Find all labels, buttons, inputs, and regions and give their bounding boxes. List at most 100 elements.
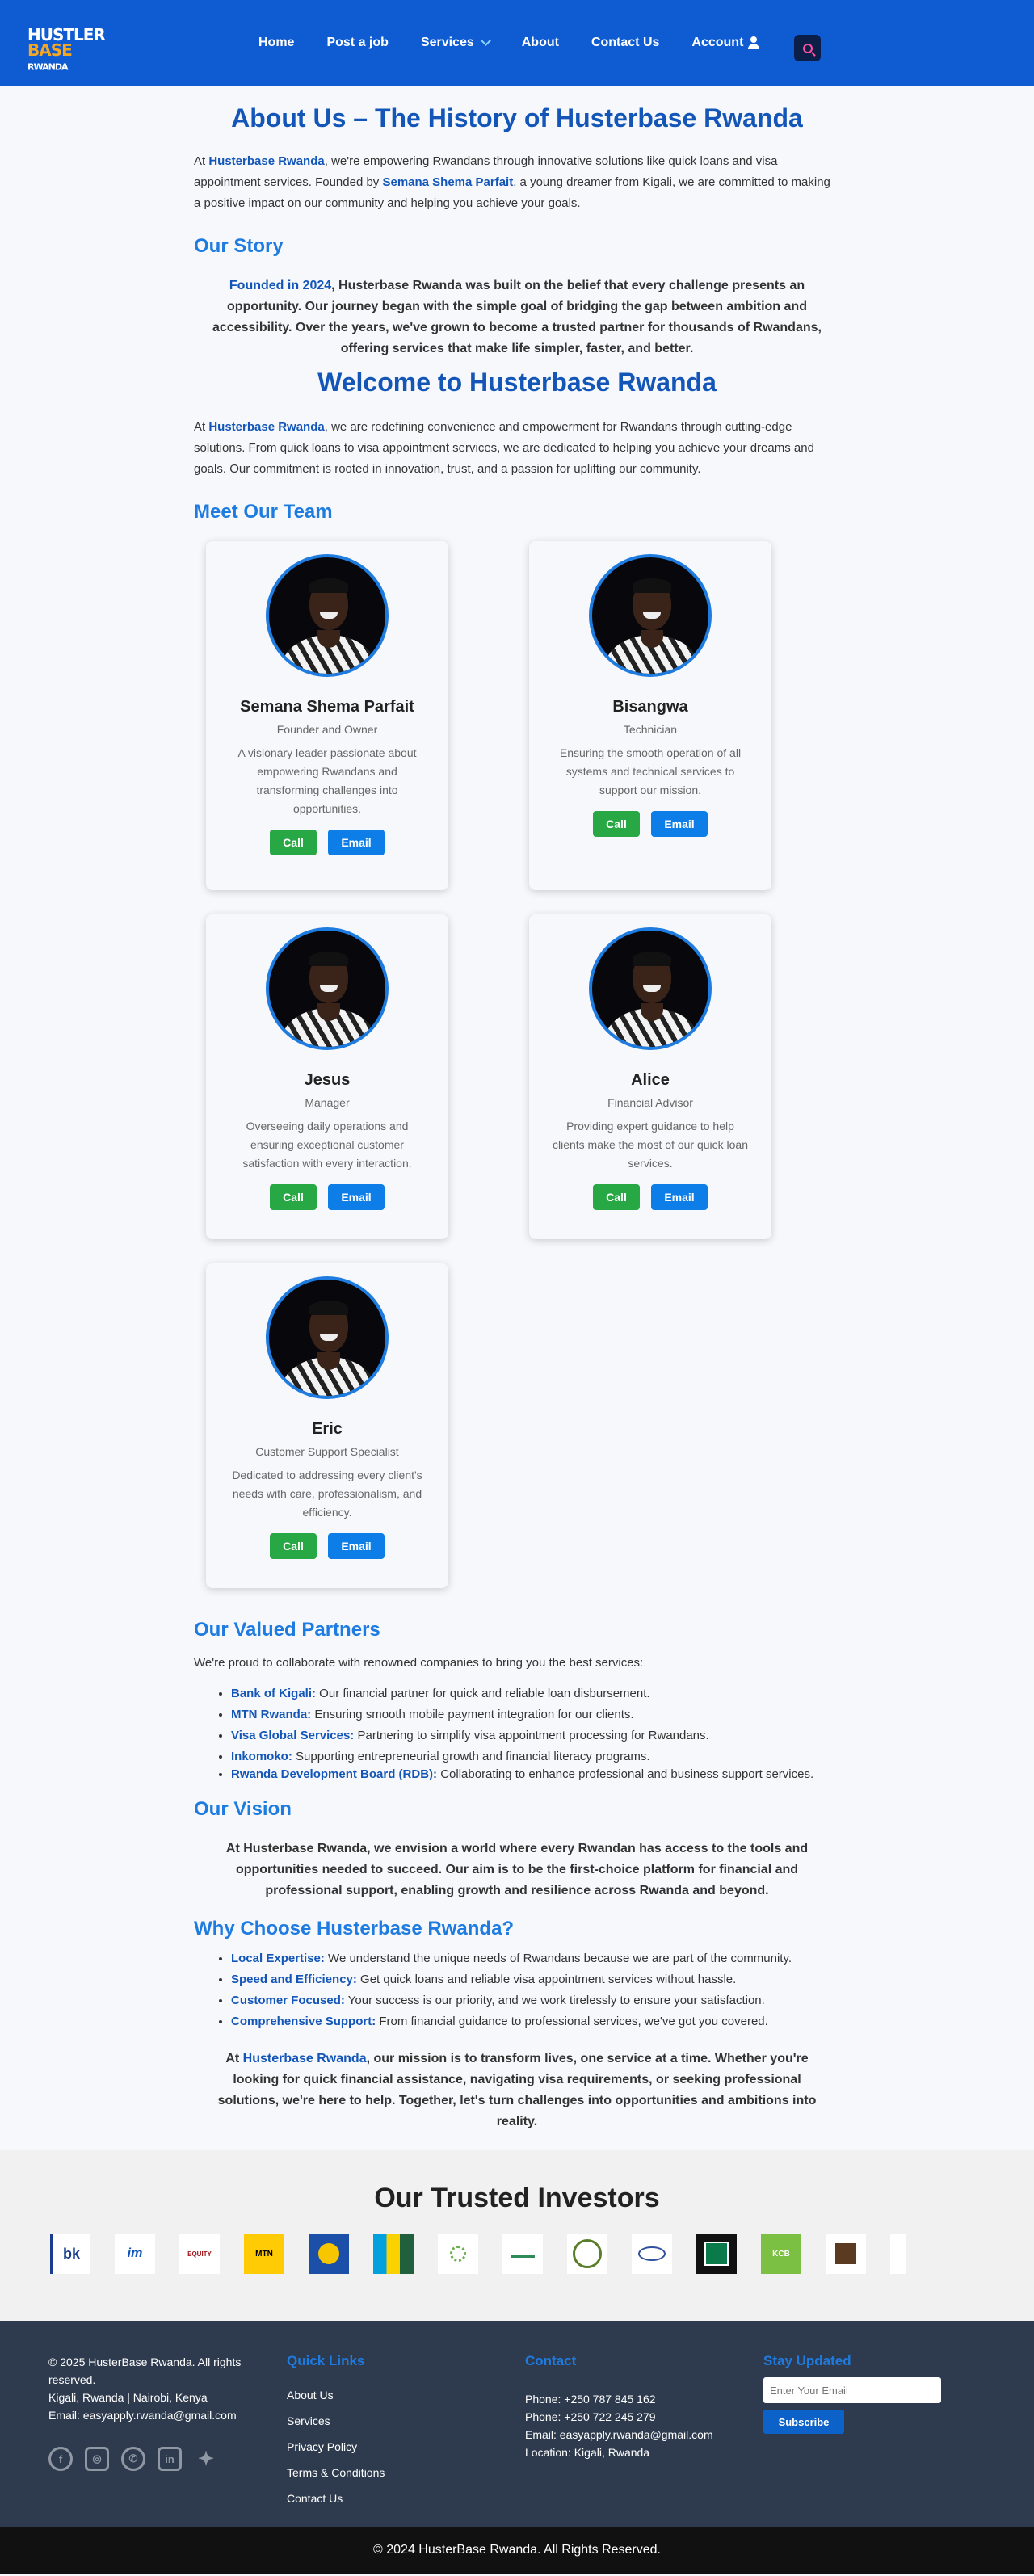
member-role: Customer Support Specialist	[255, 1445, 399, 1458]
footer-link-contact[interactable]: Contact Us	[287, 2486, 385, 2511]
member-role: Manager	[305, 1096, 350, 1109]
nav-post-job[interactable]: Post a job	[326, 36, 388, 50]
member-name: Eric	[312, 1420, 343, 1438]
main-nav: Home Post a job Services About Contact U…	[258, 0, 792, 86]
investor-logo-im: im	[115, 2234, 155, 2274]
user-icon	[748, 36, 760, 49]
team-card: Bisangwa Technician Ensuring the smooth …	[529, 541, 771, 890]
member-desc: Dedicated to addressing every client's n…	[232, 1469, 422, 1519]
investor-logo-leaf	[438, 2234, 478, 2274]
story-text: Founded in 2024, Husterbase Rwanda was b…	[212, 279, 822, 355]
footer-link-about[interactable]: About Us	[287, 2382, 385, 2408]
investor-logo-oval	[632, 2234, 672, 2274]
call-button[interactable]: Call	[270, 830, 317, 855]
avatar	[266, 927, 389, 1050]
nav-services[interactable]: Services	[421, 36, 491, 50]
twitter-icon[interactable]: ✦	[194, 2447, 218, 2471]
list-item: Visa Global Services: Partnering to simp…	[231, 1725, 840, 1746]
call-button[interactable]: Call	[593, 1184, 640, 1210]
call-button[interactable]: Call	[270, 1184, 317, 1210]
member-role: Financial Advisor	[607, 1096, 693, 1109]
email-button[interactable]: Email	[651, 811, 708, 837]
email-button[interactable]: Email	[328, 1533, 385, 1559]
investor-logo-mtn: MTN	[244, 2234, 284, 2274]
search-button[interactable]	[794, 35, 821, 61]
list-item: MTN Rwanda: Ensuring smooth mobile payme…	[231, 1704, 840, 1725]
footer-link-services[interactable]: Services	[287, 2408, 385, 2434]
nav-about[interactable]: About	[522, 36, 559, 50]
member-desc: A visionary leader passionate about empo…	[237, 746, 417, 815]
footer-quick-links: Quick Links About Us Services Privacy Po…	[287, 2353, 385, 2511]
list-item: Local Expertise: We understand the uniqu…	[231, 1948, 840, 1969]
footer-copyright: © 2025 HusterBase Rwanda. All rights res…	[48, 2355, 242, 2386]
instagram-icon[interactable]: ◎	[85, 2447, 109, 2471]
partners-list: Bank of Kigali: Our financial partner fo…	[194, 1683, 840, 1782]
team-card: Alice Financial Advisor Providing expert…	[529, 914, 771, 1239]
site-footer: © 2025 HusterBase Rwanda. All rights res…	[0, 2321, 1034, 2527]
investor-logos: bk im EQUITY MTN KCB	[0, 2234, 1034, 2274]
story-heading: Our Story	[194, 235, 284, 257]
investors-section: Our Trusted Investors bk im EQUITY MTN K…	[0, 2150, 1034, 2321]
email-button[interactable]: Email	[328, 1184, 385, 1210]
bottom-copyright: © 2024 HusterBase Rwanda. All Rights Res…	[373, 2543, 661, 2557]
nav-contact[interactable]: Contact Us	[591, 36, 659, 50]
member-name: Bisangwa	[612, 698, 688, 716]
whatsapp-icon[interactable]: ✆	[121, 2447, 145, 2471]
search-icon	[802, 43, 813, 53]
member-name: Jesus	[304, 1071, 351, 1089]
contact-email: Email: easyapply.rwanda@gmail.com	[525, 2428, 713, 2441]
site-header: HUSTLER BASE RWANDA Home Post a job Serv…	[0, 0, 1034, 86]
subscribe-button[interactable]: Subscribe	[763, 2410, 844, 2434]
investor-logo-green	[502, 2234, 543, 2274]
footer-location: Kigali, Rwanda | Nairobi, Kenya	[48, 2391, 208, 2404]
welcome-title: Welcome to Husterbase Rwanda	[317, 368, 717, 397]
investor-logo-bk: bk	[50, 2234, 90, 2274]
investor-logo-brown	[826, 2234, 866, 2274]
footer-contact: Contact Phone: +250 787 845 162 Phone: +…	[525, 2353, 713, 2461]
footer-email: Email: easyapply.rwanda@gmail.com	[48, 2409, 237, 2422]
facebook-icon[interactable]: f	[48, 2447, 73, 2471]
contact-location: Location: Kigali, Rwanda	[525, 2446, 650, 2459]
nav-home[interactable]: Home	[258, 36, 294, 50]
footer-link-terms[interactable]: Terms & Conditions	[287, 2460, 385, 2486]
member-name: Alice	[631, 1071, 670, 1089]
newsletter-email-input[interactable]	[763, 2377, 941, 2403]
investor-logo-rdb	[309, 2234, 349, 2274]
social-links: f ◎ ✆ in ✦	[48, 2447, 250, 2471]
email-button[interactable]: Email	[328, 830, 385, 855]
linkedin-icon[interactable]: in	[158, 2447, 182, 2471]
list-item: Bank of Kigali: Our financial partner fo…	[231, 1683, 840, 1704]
footer-newsletter: Stay Updated Subscribe	[763, 2353, 941, 2434]
team-heading: Meet Our Team	[194, 501, 333, 523]
contact-phone2: Phone: +250 722 245 279	[525, 2410, 656, 2423]
investor-logo-flag	[373, 2234, 414, 2274]
stay-updated-heading: Stay Updated	[763, 2353, 851, 2368]
team-card: Jesus Manager Overseeing daily operation…	[206, 914, 448, 1239]
call-button[interactable]: Call	[270, 1533, 317, 1559]
why-list: Local Expertise: We understand the uniqu…	[194, 1948, 840, 2032]
list-item: Speed and Efficiency: Get quick loans an…	[231, 1969, 840, 1990]
member-name: Semana Shema Parfait	[240, 698, 414, 716]
list-item: Rwanda Development Board (RDB): Collabor…	[231, 1767, 840, 1782]
team-card: Semana Shema Parfait Founder and Owner A…	[206, 541, 448, 890]
footer-bottom-bar: © 2024 HusterBase Rwanda. All Rights Res…	[0, 2527, 1034, 2574]
investor-logo-seal	[567, 2234, 607, 2274]
avatar	[589, 927, 712, 1050]
site-logo[interactable]: HUSTLER BASE RWANDA	[27, 27, 108, 73]
vision-heading: Our Vision	[194, 1798, 292, 1820]
email-button[interactable]: Email	[651, 1184, 708, 1210]
vision-text: At Husterbase Rwanda, we envision a worl…	[225, 1842, 809, 1897]
mission-closing: At Husterbase Rwanda, our mission is to …	[217, 2052, 817, 2128]
page-title: About Us – The History of Husterbase Rwa…	[231, 103, 803, 132]
call-button[interactable]: Call	[593, 811, 640, 837]
nav-account[interactable]: Account	[691, 36, 760, 50]
why-heading: Why Choose Husterbase Rwanda?	[194, 1918, 515, 1939]
chevron-down-icon	[480, 36, 491, 46]
avatar	[266, 1276, 389, 1399]
contact-heading: Contact	[525, 2353, 577, 2368]
footer-link-privacy[interactable]: Privacy Policy	[287, 2434, 385, 2460]
partners-intro: We're proud to collaborate with renowned…	[194, 1656, 644, 1670]
member-desc: Providing expert guidance to help client…	[552, 1120, 748, 1170]
contact-phone1: Phone: +250 787 845 162	[525, 2393, 656, 2406]
investor-logo-equity: EQUITY	[179, 2234, 220, 2274]
